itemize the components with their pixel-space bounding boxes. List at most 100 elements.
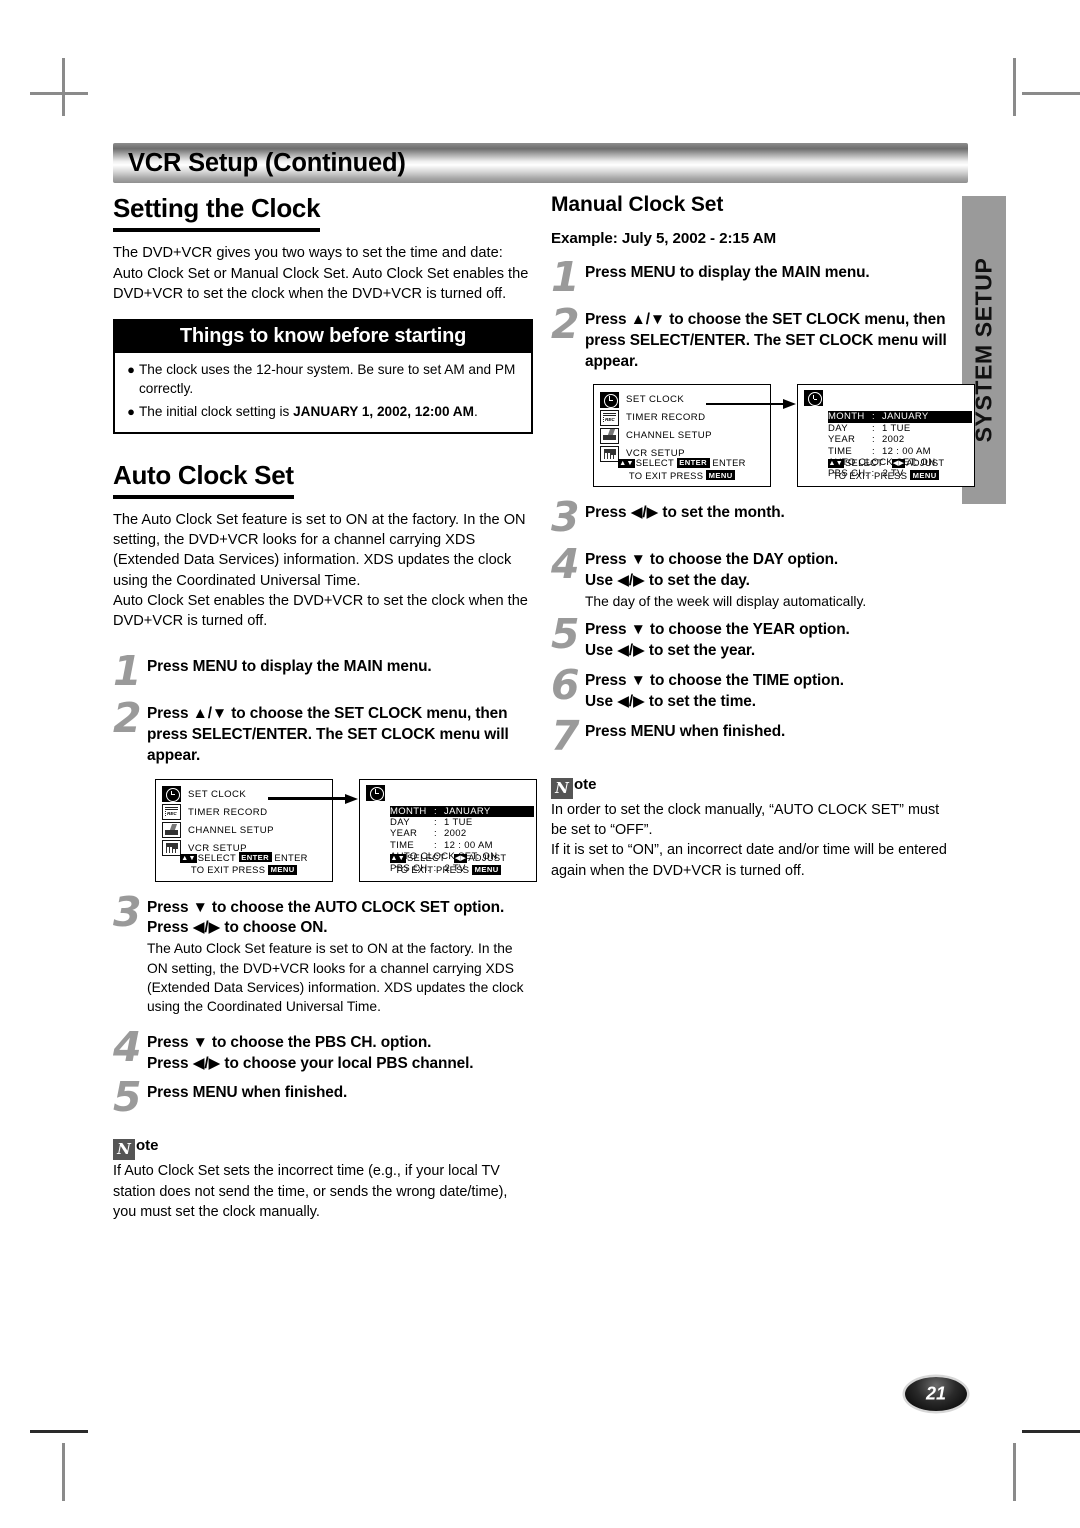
- osd-item-label: CHANNEL SETUP: [626, 430, 712, 442]
- osd-main-menu-items: SET CLOCK TIMER RECORD CHANNEL SETUP VCR…: [162, 786, 274, 858]
- osd-field-year: YEAR:2002: [390, 828, 467, 840]
- note-badge-icon: N: [551, 777, 573, 799]
- step-text-2: Press ◀/▶ to choose your local PBS chann…: [147, 1054, 474, 1072]
- crop-mark-bottom-right-v: [1013, 1443, 1016, 1501]
- step-manual-1: 1 Press MENU to display the MAIN menu.: [551, 253, 951, 301]
- manual-page: VCR Setup (Continued) SYSTEM SETUP Setti…: [0, 0, 1080, 1528]
- osd-clock-footer: ▲▼ SELECT ◀▶ ADJUST TO EXIT PRESS MENU: [360, 852, 536, 877]
- things-item-text: The initial clock setting is: [139, 403, 294, 419]
- step-auto-4: 4 Press ▼ to choose the PBS CH. option. …: [113, 1022, 533, 1075]
- step-number: 4: [113, 1022, 142, 1071]
- flow-arrow-icon: [268, 793, 360, 804]
- note-auto-clock: Note If Auto Clock Set sets the incorrec…: [113, 1136, 533, 1222]
- step-number: 6: [551, 660, 580, 709]
- timer-record-icon: [600, 409, 619, 426]
- osd-item-timer-record: TIMER RECORD: [600, 409, 712, 426]
- crop-mark-bottom-left-v: [62, 1443, 65, 1501]
- list-item: ● The initial clock setting is JANUARY 1…: [123, 402, 521, 421]
- osd-item-timer-record: TIMER RECORD: [162, 804, 274, 821]
- step-text: Press MENU to display the MAIN menu.: [147, 658, 432, 676]
- crop-mark-bottom-right-h: [1022, 1430, 1080, 1433]
- channel-setup-icon: [600, 427, 619, 444]
- osd-set-clock-menu: MONTH: JANUARY DAY:1 TUE YEAR:2002 TIME:1…: [359, 778, 537, 882]
- note-badge-icon: N: [113, 1139, 135, 1161]
- step-number: 2: [113, 694, 142, 743]
- things-to-know-box: Things to know before starting ● The clo…: [113, 318, 533, 434]
- step-number: 2: [551, 300, 580, 348]
- step-text-2: Press ◀/▶ to choose ON.: [147, 919, 328, 937]
- osd-item-channel-setup: CHANNEL SETUP: [600, 427, 712, 444]
- crop-mark-top-right-h: [1022, 92, 1080, 95]
- note-text-2: If it is set to “ON”, an incorrect date …: [551, 842, 947, 879]
- crop-mark-top-left-v: [62, 58, 65, 116]
- step-text: Press MENU when finished.: [147, 1084, 348, 1102]
- step-text-2: Use ◀/▶ to set the year.: [585, 642, 756, 660]
- menu-key-icon: MENU: [706, 470, 736, 481]
- osd-footer-select: SELECT: [635, 457, 674, 469]
- updown-arrow-icon: ▲▼: [180, 853, 197, 863]
- osd-item-label: CHANNEL SETUP: [188, 824, 274, 836]
- osd-footer-adjust: ADJUST: [906, 457, 945, 469]
- osd-main-footer: ▲▼ SELECT ENTER ENTER TO EXIT PRESS MENU: [594, 457, 770, 482]
- step-auto-5: 5 Press MENU when finished.: [113, 1077, 533, 1118]
- heading-manual-clock-set: Manual Clock Set: [551, 193, 724, 216]
- osd-footer-exit: TO EXIT PRESS: [394, 864, 470, 876]
- step-text: Press ▲/▼ to choose the SET CLOCK menu, …: [147, 705, 509, 764]
- things-to-know-title: Things to know before starting: [115, 320, 531, 353]
- step-manual-6: 6 Press ▼ to choose the TIME option. Use…: [551, 660, 951, 713]
- osd-item-set-clock: SET CLOCK: [162, 786, 274, 803]
- step-number: 7: [551, 711, 580, 760]
- step-text-2: Use ◀/▶ to set the time.: [585, 692, 756, 710]
- osd-footer-exit: TO EXIT PRESS: [832, 469, 908, 481]
- step-text: Press ▼ to choose the PBS CH. option.: [147, 1033, 432, 1051]
- clock-icon: [804, 390, 823, 407]
- step-text: Press ▼ to choose the DAY option.: [585, 551, 839, 569]
- step-manual-7: 7 Press MENU when finished.: [551, 711, 951, 760]
- timer-record-icon: [162, 804, 181, 821]
- step-number: 4: [551, 540, 580, 589]
- step-number: 5: [551, 610, 580, 659]
- osd-footer-exit: TO EXIT PRESS: [628, 469, 704, 481]
- step-text: Press ◀/▶ to set the month.: [585, 504, 785, 522]
- osd-field-day: DAY:1 TUE: [390, 817, 473, 829]
- step-manual-4: 4 Press ▼ to choose the DAY option. Use …: [551, 540, 951, 611]
- step-number: 1: [551, 253, 580, 301]
- osd-item-label: TIMER RECORD: [188, 806, 268, 818]
- bullet-icon: ●: [127, 361, 135, 377]
- osd-item-channel-setup: CHANNEL SETUP: [162, 822, 274, 839]
- osd-footer-select: SELECT: [197, 851, 236, 863]
- auto-clock-intro-2: Auto Clock Set enables the DVD+VCR to se…: [113, 592, 528, 630]
- step-number: 3: [113, 887, 142, 936]
- step-text: Press ▼ to choose the AUTO CLOCK SET opt…: [147, 898, 505, 916]
- step-detail: The Auto Clock Set feature is set to ON …: [147, 941, 524, 1015]
- leftright-arrow-icon: ◀▶: [453, 853, 468, 863]
- manual-example-line: Example: July 5, 2002 - 2:15 AM: [551, 230, 777, 247]
- osd-item-label: SET CLOCK: [626, 394, 685, 406]
- osd-footer-exit: TO EXIT PRESS: [190, 864, 266, 876]
- crop-mark-top-left-h: [30, 92, 88, 95]
- crop-mark-top-right-v: [1013, 58, 1016, 116]
- note-text: If Auto Clock Set sets the incorrect tim…: [113, 1163, 508, 1221]
- step-text: Press MENU to display the MAIN menu.: [585, 264, 870, 281]
- setting-clock-intro: The DVD+VCR gives you two ways to set th…: [113, 245, 529, 303]
- osd-field-time: TIME:12 : 00 AM: [828, 445, 931, 457]
- osd-main-menu-items: SET CLOCK TIMER RECORD CHANNEL SETUP VCR…: [600, 391, 712, 463]
- step-detail: The day of the week will display automat…: [585, 593, 867, 609]
- osd-footer-enter: ENTER: [274, 851, 308, 863]
- list-item: ● The clock uses the 12-hour system. Be …: [123, 360, 521, 399]
- note-text-1: In order to set the clock manually, “AUT…: [551, 801, 940, 838]
- osd-footer-select: SELECT: [407, 851, 446, 863]
- step-text: Press MENU when finished.: [585, 722, 786, 740]
- note-label: ote: [574, 775, 597, 793]
- clock-icon: [162, 786, 181, 803]
- page-title: VCR Setup (Continued): [128, 149, 406, 177]
- osd-field-day: DAY:1 TUE: [828, 422, 911, 434]
- step-manual-2: 2 Press ▲/▼ to choose the SET CLOCK menu…: [551, 300, 951, 372]
- heading-auto-clock-set: Auto Clock Set: [113, 460, 294, 499]
- channel-setup-icon: [162, 822, 181, 839]
- things-item-tail: .: [473, 403, 478, 419]
- osd-field-month: MONTH: JANUARY: [390, 805, 534, 818]
- auto-clock-intro-1: The Auto Clock Set feature is set to ON …: [113, 512, 526, 589]
- right-column: Manual Clock Set Example: July 5, 2002 -…: [551, 193, 975, 881]
- things-to-know-body: ● The clock uses the 12-hour system. Be …: [115, 353, 531, 432]
